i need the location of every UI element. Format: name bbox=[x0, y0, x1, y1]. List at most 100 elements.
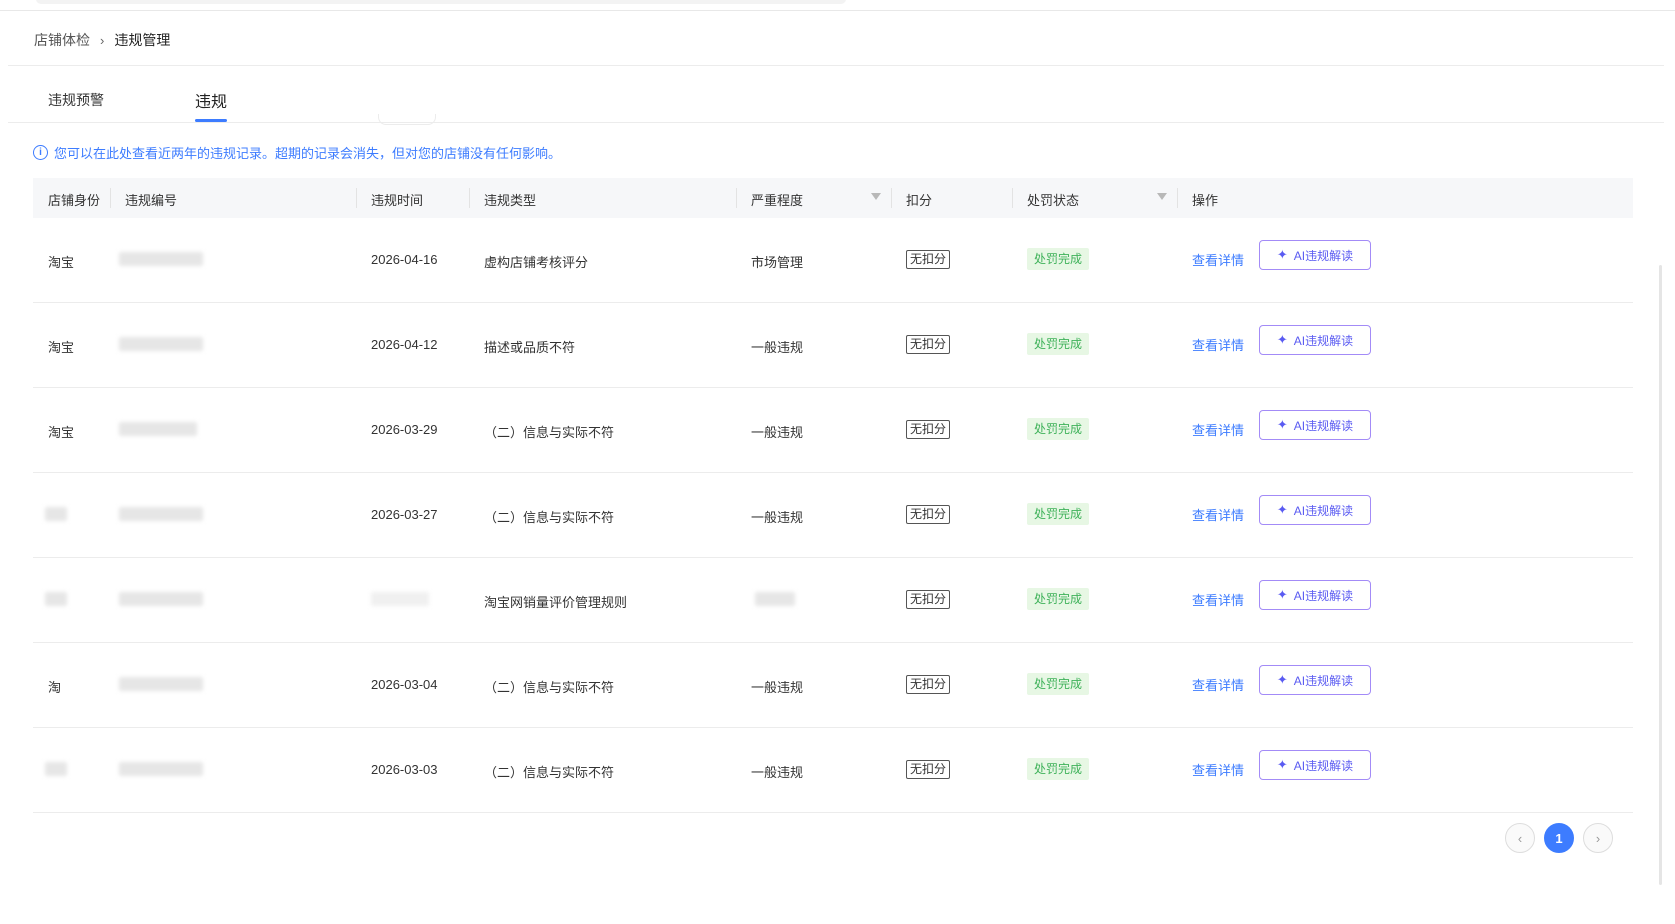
active-tab-indicator bbox=[195, 119, 228, 122]
next-page-button[interactable]: › bbox=[1583, 823, 1613, 853]
tab-violation-warning[interactable]: 违规预警 bbox=[48, 90, 104, 110]
deduction-badge: 无扣分 bbox=[906, 250, 951, 269]
deduction-badge: 无扣分 bbox=[906, 675, 951, 694]
sparkle-icon: ✦ bbox=[1276, 587, 1288, 602]
header-id: 违规编号 bbox=[125, 193, 178, 208]
header-separator bbox=[891, 188, 892, 208]
view-detail-link[interactable]: 查看详情 bbox=[1192, 590, 1244, 609]
sparkle-icon: ✦ bbox=[1276, 247, 1288, 262]
cell-severity: 一般违规 bbox=[751, 765, 804, 780]
table-row: 淘宝 2026-04-12 描述或品质不符 一般违规 无扣分 处罚完成 查看详情 ✦ AI违规解… bbox=[33, 303, 1633, 388]
cell-severity: 一般违规 bbox=[751, 680, 804, 695]
filter-icon[interactable] bbox=[1157, 193, 1167, 200]
status-badge: 处罚完成 bbox=[1027, 503, 1090, 525]
cell-identity: 淘宝 bbox=[48, 340, 75, 355]
sparkle-icon: ✦ bbox=[1276, 502, 1288, 517]
sparkle-icon: ✦ bbox=[1276, 332, 1288, 347]
ai-interpret-label: AI违规解读 bbox=[1293, 418, 1354, 433]
header-separator bbox=[1177, 188, 1178, 208]
header-actions: 操作 bbox=[1192, 193, 1219, 208]
cell-date: 2026-04-16 bbox=[371, 252, 438, 267]
redacted-violation-id bbox=[119, 677, 203, 691]
ai-interpret-label: AI违规解读 bbox=[1293, 588, 1354, 603]
search-bar-edge[interactable] bbox=[36, 0, 846, 4]
tab-decoration bbox=[378, 114, 436, 125]
deduction-badge: 无扣分 bbox=[906, 505, 951, 524]
ai-interpret-label: AI违规解读 bbox=[1293, 758, 1354, 773]
table-header: 店铺身份 违规编号 违规时间 违规类型 严重程度 扣分 处罚状态 操作 bbox=[33, 178, 1633, 218]
cell-identity: 淘宝 bbox=[48, 255, 75, 270]
header-date: 违规时间 bbox=[371, 193, 424, 208]
redacted-violation-id bbox=[119, 762, 203, 776]
cell-identity: 淘宝 bbox=[48, 425, 75, 440]
cell-type: 淘宝网销量评价管理规则 bbox=[484, 595, 628, 610]
ai-interpret-label: AI违规解读 bbox=[1293, 673, 1354, 688]
cell-type: （二）信息与实际不符 bbox=[484, 680, 615, 695]
deduction-badge: 无扣分 bbox=[906, 335, 951, 354]
ai-interpret-label: AI违规解读 bbox=[1293, 333, 1354, 348]
pagination: ‹ 1 › bbox=[1505, 823, 1613, 853]
deduction-badge: 无扣分 bbox=[906, 760, 951, 779]
cell-date: 2026-03-04 bbox=[371, 677, 438, 692]
redacted-violation-id bbox=[119, 337, 203, 351]
view-detail-link[interactable]: 查看详情 bbox=[1192, 250, 1244, 269]
table-row: 淘宝网销量评价管理规则 无扣分 处罚完成 查看详情 ✦ AI违规解读 bbox=[33, 558, 1633, 643]
cell-date: 2026-03-29 bbox=[371, 422, 438, 437]
breadcrumb: 店铺体检 › 违规管理 bbox=[34, 30, 170, 50]
breadcrumb-current: 违规管理 bbox=[114, 32, 171, 48]
table-row: 淘 2026-03-04 （二）信息与实际不符 一般违规 无扣分 处罚完成 查看详情 ✦ AI违… bbox=[33, 643, 1633, 728]
notice-banner: i 您可以在此处查看近两年的违规记录。超期的记录会消失，但对您的店铺没有任何影响… bbox=[33, 143, 561, 162]
ai-interpret-button[interactable]: ✦ AI违规解读 bbox=[1259, 750, 1371, 780]
cell-identity: 淘 bbox=[48, 680, 62, 695]
redacted-violation-id bbox=[119, 252, 203, 266]
deduction-badge: 无扣分 bbox=[906, 420, 951, 439]
header-separator bbox=[110, 188, 111, 208]
breadcrumb-parent[interactable]: 店铺体检 bbox=[34, 30, 90, 50]
view-detail-link[interactable]: 查看详情 bbox=[1192, 505, 1244, 524]
filter-icon[interactable] bbox=[871, 193, 881, 200]
redacted-violation-id bbox=[119, 422, 197, 436]
ai-interpret-button[interactable]: ✦ AI违规解读 bbox=[1259, 240, 1371, 270]
cell-severity: 一般违规 bbox=[751, 340, 804, 355]
redacted-identity bbox=[45, 507, 67, 521]
view-detail-link[interactable]: 查看详情 bbox=[1192, 675, 1244, 694]
header-identity: 店铺身份 bbox=[48, 193, 101, 208]
status-badge: 处罚完成 bbox=[1027, 588, 1090, 610]
ai-interpret-button[interactable]: ✦ AI违规解读 bbox=[1259, 495, 1371, 525]
header-deduction: 扣分 bbox=[906, 193, 933, 208]
redacted-date bbox=[371, 592, 429, 606]
top-search-bar bbox=[0, 0, 1675, 11]
tab-bar: 违规预警 违规 bbox=[8, 66, 1664, 125]
cell-type: 描述或品质不符 bbox=[484, 340, 576, 355]
status-badge: 处罚完成 bbox=[1027, 758, 1090, 780]
table-row: 2026-03-03 （二）信息与实际不符 一般违规 无扣分 处罚完成 查看详情 ✦ AI违规… bbox=[33, 728, 1633, 813]
redacted-violation-id bbox=[119, 507, 203, 521]
cell-date: 2026-03-03 bbox=[371, 762, 438, 777]
tab-violations[interactable]: 违规 bbox=[195, 88, 228, 122]
redacted-identity bbox=[45, 592, 67, 606]
sparkle-icon: ✦ bbox=[1276, 417, 1288, 432]
status-badge: 处罚完成 bbox=[1027, 673, 1090, 695]
view-detail-link[interactable]: 查看详情 bbox=[1192, 760, 1244, 779]
scrollbar[interactable] bbox=[1659, 265, 1662, 885]
redacted-violation-id bbox=[119, 592, 203, 606]
header-severity: 严重程度 bbox=[751, 193, 804, 208]
header-separator bbox=[356, 188, 357, 208]
ai-interpret-button[interactable]: ✦ AI违规解读 bbox=[1259, 325, 1371, 355]
notice-text: 您可以在此处查看近两年的违规记录。超期的记录会消失，但对您的店铺没有任何影响。 bbox=[54, 146, 562, 161]
tab-violations-label: 违规 bbox=[195, 94, 228, 111]
page-1-button[interactable]: 1 bbox=[1544, 823, 1574, 853]
prev-page-button[interactable]: ‹ bbox=[1505, 823, 1535, 853]
redacted-identity bbox=[45, 762, 67, 776]
table-row: 淘宝 2026-03-29 （二）信息与实际不符 一般违规 无扣分 处罚完成 查看详情 ✦ AI… bbox=[33, 388, 1633, 473]
status-badge: 处罚完成 bbox=[1027, 333, 1090, 355]
view-detail-link[interactable]: 查看详情 bbox=[1192, 335, 1244, 354]
table-body: 淘宝 2026-04-16 虚构店铺考核评分 市场管理 无扣分 处罚完成 查看详情 ✦ AI违规… bbox=[33, 218, 1633, 813]
ai-interpret-button[interactable]: ✦ AI违规解读 bbox=[1259, 665, 1371, 695]
view-detail-link[interactable]: 查看详情 bbox=[1192, 420, 1244, 439]
table-row: 淘宝 2026-04-16 虚构店铺考核评分 市场管理 无扣分 处罚完成 查看详情 ✦ AI违规… bbox=[33, 218, 1633, 303]
deduction-badge: 无扣分 bbox=[906, 590, 951, 609]
ai-interpret-label: AI违规解读 bbox=[1293, 248, 1354, 263]
ai-interpret-button[interactable]: ✦ AI违规解读 bbox=[1259, 410, 1371, 440]
ai-interpret-button[interactable]: ✦ AI违规解读 bbox=[1259, 580, 1371, 610]
